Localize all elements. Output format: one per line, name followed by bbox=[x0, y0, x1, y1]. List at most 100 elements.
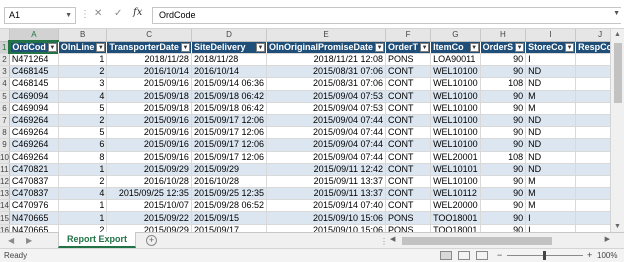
insert-function-icon[interactable]: fx bbox=[133, 7, 142, 18]
column-header[interactable]: J bbox=[575, 29, 610, 42]
filter-dropdown-icon[interactable]: ▼ bbox=[180, 42, 190, 52]
chevron-down-icon[interactable]: ▼ bbox=[65, 8, 72, 23]
header-cell[interactable]: OrdCod ▼ bbox=[9, 41, 59, 54]
table-cell[interactable]: ND bbox=[525, 65, 577, 79]
table-cell[interactable]: 1 bbox=[58, 199, 108, 213]
table-cell[interactable]: ND bbox=[525, 138, 577, 152]
row-header[interactable]: 6 bbox=[0, 102, 10, 115]
enter-icon[interactable]: ✓ bbox=[114, 8, 122, 19]
table-cell[interactable]: 2015/09/18 06:42 bbox=[191, 102, 268, 115]
table-cell[interactable]: CONT bbox=[385, 77, 432, 91]
table-cell[interactable]: 2015/09/11 13:37 bbox=[266, 187, 387, 201]
table-cell[interactable]: CONT bbox=[385, 114, 432, 128]
row-header[interactable]: 9 bbox=[0, 138, 10, 152]
column-header[interactable]: B bbox=[58, 29, 108, 42]
table-cell[interactable]: 90 bbox=[480, 199, 527, 213]
table-cell[interactable]: N471264 bbox=[9, 53, 59, 67]
table-cell[interactable]: WEL10100 bbox=[430, 126, 481, 140]
table-cell[interactable]: WEL20001 bbox=[430, 151, 481, 164]
table-cell[interactable]: 90 bbox=[480, 90, 527, 103]
page-break-view-icon[interactable] bbox=[476, 251, 488, 260]
table-cell[interactable]: 90 bbox=[480, 187, 527, 201]
table-cell[interactable]: 0 bbox=[575, 102, 610, 115]
table-cell[interactable]: 6 bbox=[58, 138, 108, 152]
table-cell[interactable]: 2015/09/17 12:06 bbox=[191, 114, 268, 128]
table-cell[interactable]: 2016/10/28 bbox=[106, 175, 192, 189]
filter-dropdown-icon[interactable]: ▼ bbox=[375, 42, 385, 52]
filter-dropdown-icon[interactable]: ▼ bbox=[469, 42, 479, 52]
table-cell[interactable]: 2015/09/15 bbox=[191, 211, 268, 225]
table-cell[interactable]: CONT bbox=[385, 102, 432, 115]
table-cell[interactable]: 0 bbox=[575, 90, 610, 103]
table-cell[interactable]: 2015/09/25 12:35 bbox=[191, 187, 268, 201]
table-cell[interactable]: 1 bbox=[58, 163, 108, 176]
table-cell[interactable]: LOA90011 bbox=[430, 53, 481, 67]
table-cell[interactable]: 90 bbox=[480, 138, 527, 152]
table-cell[interactable]: 108 bbox=[480, 151, 527, 164]
table-cell[interactable]: WEL10100 bbox=[430, 102, 481, 115]
table-cell[interactable]: I bbox=[525, 211, 577, 225]
sheet-tab-report-export[interactable]: Report Export bbox=[58, 232, 136, 248]
table-cell[interactable]: C470837 bbox=[9, 175, 59, 189]
table-cell[interactable]: ND bbox=[525, 151, 577, 164]
table-cell[interactable]: 90 bbox=[480, 211, 527, 225]
table-cell[interactable]: CONT bbox=[385, 151, 432, 164]
row-header[interactable]: 16 bbox=[0, 224, 10, 232]
header-cell[interactable]: StoreCo ▼ bbox=[525, 41, 577, 54]
table-cell[interactable]: M bbox=[525, 90, 577, 103]
table-cell[interactable]: 0 bbox=[575, 114, 610, 128]
header-cell[interactable]: RespCo▼ bbox=[575, 41, 610, 54]
table-cell[interactable]: 2 bbox=[58, 114, 108, 128]
table-cell[interactable]: 0 bbox=[575, 77, 610, 91]
horizontal-scrollbar[interactable]: ◀ ▶ bbox=[390, 236, 610, 246]
table-cell[interactable]: 2015/09/10 15:06 bbox=[266, 211, 387, 225]
table-cell[interactable]: 2015/09/16 bbox=[106, 151, 192, 164]
table-cell[interactable]: TOO18001 bbox=[430, 211, 481, 225]
normal-view-icon[interactable] bbox=[440, 251, 452, 260]
table-cell[interactable]: I bbox=[525, 53, 577, 67]
table-cell[interactable]: M bbox=[525, 199, 577, 213]
table-cell[interactable]: 2018/11/28 bbox=[191, 53, 268, 67]
add-sheet-icon[interactable]: + bbox=[146, 235, 157, 246]
table-cell[interactable]: PONS bbox=[385, 53, 432, 67]
table-cell[interactable]: 2 bbox=[58, 65, 108, 79]
row-header[interactable]: 7 bbox=[0, 114, 10, 128]
table-cell[interactable]: WEL10100 bbox=[430, 114, 481, 128]
table-cell[interactable]: 2015/09/29 bbox=[106, 224, 192, 232]
table-cell[interactable]: M bbox=[525, 102, 577, 115]
formula-input[interactable]: OrdCode bbox=[152, 7, 621, 24]
filter-dropdown-icon[interactable]: ▼ bbox=[47, 43, 57, 52]
table-cell[interactable]: 2016/10/14 bbox=[106, 65, 192, 79]
table-cell[interactable]: CONT bbox=[385, 90, 432, 103]
table-cell[interactable]: M bbox=[525, 187, 577, 201]
row-header[interactable]: 11 bbox=[0, 163, 10, 176]
table-cell[interactable]: 0 bbox=[575, 138, 610, 152]
table-cell[interactable]: 2015/09/04 07:44 bbox=[266, 126, 387, 140]
table-cell[interactable]: 2015/08/31 07:06 bbox=[266, 65, 387, 79]
table-cell[interactable]: ND bbox=[525, 77, 577, 91]
table-cell[interactable]: 2015/09/29 bbox=[191, 163, 268, 176]
filter-dropdown-icon[interactable]: ▼ bbox=[96, 42, 106, 52]
table-cell[interactable]: PONS bbox=[385, 211, 432, 225]
row-header[interactable]: 15 bbox=[0, 211, 10, 225]
table-cell[interactable]: 2018/11/28 bbox=[106, 53, 192, 67]
table-cell[interactable]: 90 bbox=[480, 163, 527, 176]
table-cell[interactable]: 1 bbox=[58, 211, 108, 225]
header-cell[interactable]: ItemCo ▼ bbox=[430, 41, 481, 54]
table-cell[interactable]: WEL10112 bbox=[430, 187, 481, 201]
table-cell[interactable]: 2015/09/22 bbox=[106, 211, 192, 225]
table-cell[interactable]: 2015/09/16 bbox=[106, 126, 192, 140]
table-cell[interactable]: 90 bbox=[480, 175, 527, 189]
column-header[interactable]: H bbox=[480, 29, 527, 42]
table-cell[interactable]: I bbox=[525, 224, 577, 232]
table-cell[interactable]: 2015/10/07 bbox=[106, 199, 192, 213]
page-layout-view-icon[interactable] bbox=[458, 251, 470, 260]
table-cell[interactable]: 2016/10/14 bbox=[191, 65, 268, 79]
table-cell[interactable]: C468145 bbox=[9, 65, 59, 79]
worksheet-grid[interactable]: ABCDEFGHIJKL1OrdCod▼OlnLine▼TransporterD… bbox=[0, 29, 610, 232]
table-cell[interactable]: 2015/09/14 07:40 bbox=[266, 199, 387, 213]
table-cell[interactable]: WEL10100 bbox=[430, 138, 481, 152]
table-cell[interactable]: CONT bbox=[385, 199, 432, 213]
row-header[interactable]: 14 bbox=[0, 199, 10, 213]
table-cell[interactable]: 2015/09/16 bbox=[106, 114, 192, 128]
